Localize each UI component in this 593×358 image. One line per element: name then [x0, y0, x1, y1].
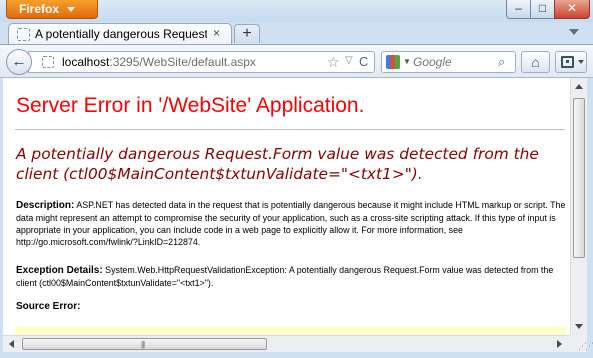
horizontal-scrollbar[interactable]: |||: [3, 335, 570, 352]
tab-title: A potentially dangerous Request.Form v..…: [35, 27, 207, 41]
firefox-menu-button[interactable]: Firefox: [6, 0, 98, 19]
bookmarks-button[interactable]: [555, 51, 587, 73]
back-button[interactable]: ←: [6, 49, 32, 75]
description-label: Description:: [16, 200, 75, 211]
vertical-scroll-thumb[interactable]: [573, 98, 585, 258]
maximize-button[interactable]: □: [530, 0, 555, 19]
url-host: localhost: [62, 55, 110, 69]
page-content: Server Error in '/WebSite' Application. …: [3, 78, 570, 335]
page-title: Server Error in '/WebSite' Application.: [16, 94, 365, 117]
error-message: A potentially dangerous Request.Form val…: [16, 145, 539, 183]
url-path: :3295/WebSite/default.aspx: [109, 55, 256, 69]
vertical-scrollbar[interactable]: [570, 78, 587, 335]
minimize-button[interactable]: ‒: [506, 0, 531, 19]
url-history-dropdown-icon[interactable]: ▽: [345, 55, 353, 66]
tab-strip: A potentially dangerous Request.Form v..…: [0, 22, 593, 45]
firefox-menu-label: Firefox: [19, 2, 60, 16]
scroll-right-icon[interactable]: [557, 340, 562, 348]
google-engine-icon[interactable]: [386, 55, 400, 69]
home-button[interactable]: ⌂: [521, 51, 550, 73]
bookmark-star-icon[interactable]: ☆: [327, 54, 340, 71]
scroll-grip-icon: |||: [141, 340, 145, 349]
horizontal-scroll-thumb[interactable]: |||: [22, 338, 267, 350]
close-window-button[interactable]: ✕: [554, 0, 590, 19]
reload-icon[interactable]: C: [359, 54, 368, 69]
search-bar[interactable]: ▼ ⌕: [381, 51, 516, 73]
description-text: ASP.NET has detected data in the request…: [16, 200, 566, 247]
chevron-down-icon[interactable]: ▼: [403, 57, 411, 66]
source-error-label: Source Error:: [16, 301, 81, 312]
tab-active[interactable]: A potentially dangerous Request.Form v..…: [8, 23, 232, 45]
chevron-down-icon: [67, 7, 75, 12]
navigation-toolbar: localhost:3295/WebSite/default.aspx ☆ ▽ …: [0, 44, 593, 78]
url-text[interactable]: localhost:3295/WebSite/default.aspx: [62, 55, 256, 69]
site-identity-icon[interactable]: [42, 56, 54, 68]
maximize-icon: □: [538, 1, 547, 15]
url-bar[interactable]: localhost:3295/WebSite/default.aspx ☆ ▽ …: [28, 51, 375, 73]
window-titlebar: Firefox ‒ □ ✕: [0, 0, 593, 22]
window-bottom-edge: [0, 352, 593, 358]
exception-details-section: Exception Details: System.Web.HttpReques…: [16, 264, 566, 289]
scroll-up-icon[interactable]: [575, 84, 583, 89]
scroll-left-icon[interactable]: [9, 340, 14, 348]
chevron-down-icon: [578, 60, 584, 64]
page-favicon-icon: [17, 28, 30, 41]
close-icon: ✕: [566, 1, 578, 15]
search-input[interactable]: [413, 55, 493, 69]
new-tab-button[interactable]: +: [234, 24, 260, 43]
exception-label: Exception Details:: [16, 265, 103, 276]
description-section: Description: ASP.NET has detected data i…: [16, 199, 566, 248]
list-all-tabs-icon[interactable]: [569, 29, 579, 35]
resize-grip-icon[interactable]: ⋰⋰: [578, 341, 593, 352]
source-error-box: [15, 326, 567, 335]
minimize-icon: ‒: [515, 1, 522, 15]
search-icon[interactable]: ⌕: [498, 54, 505, 70]
scroll-down-icon[interactable]: [575, 324, 583, 329]
tab-close-icon[interactable]: ×: [213, 26, 220, 40]
bookmarks-icon: [561, 56, 574, 68]
divider: [15, 129, 565, 130]
